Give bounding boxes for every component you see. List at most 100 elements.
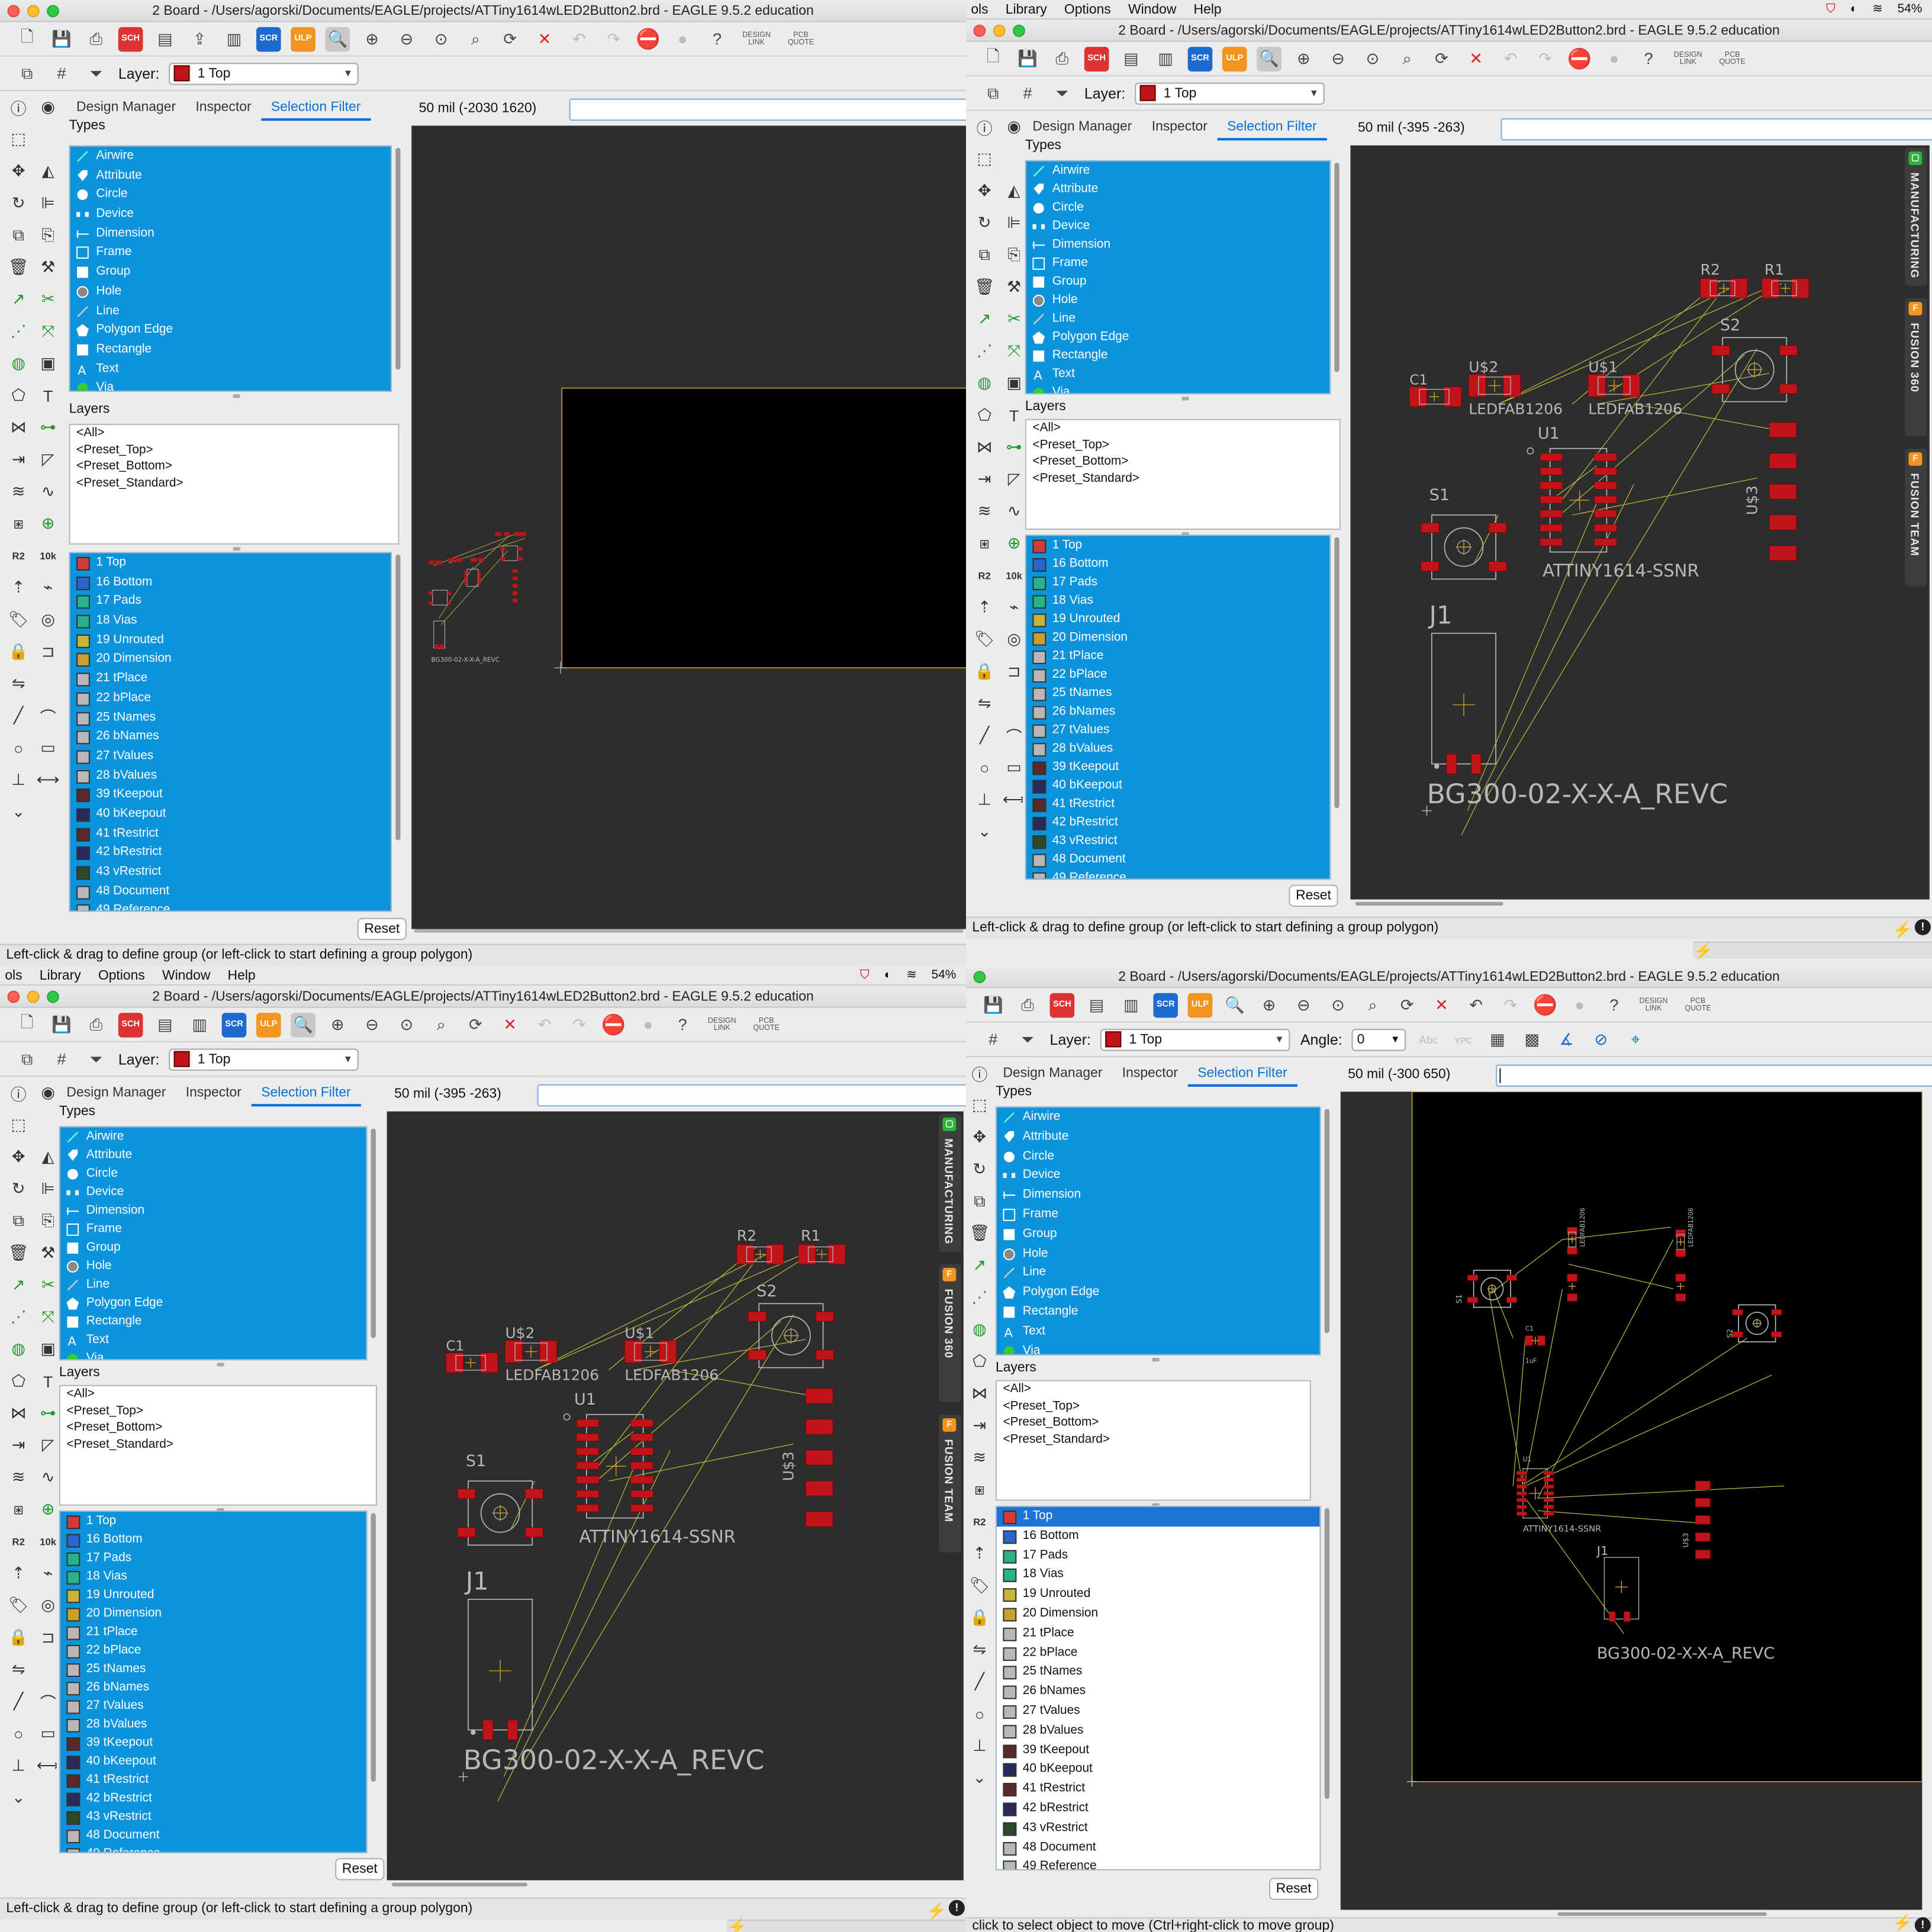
layer-item[interactable]: 27 tValues xyxy=(1026,721,1329,739)
layer-item[interactable]: 22 bPlace xyxy=(997,1643,1319,1663)
layer-settings-icon[interactable]: ⧉ xyxy=(981,80,1006,105)
arc-tool-icon[interactable]: ⌒ xyxy=(37,705,59,727)
delete-icon[interactable]: 🗑 xyxy=(7,256,29,278)
layer-preset-item[interactable]: <Preset_Bottom> xyxy=(70,458,398,475)
layer-item[interactable]: 48 Document xyxy=(70,882,391,901)
pcb-quote-button[interactable]: PCB QUOTE xyxy=(1715,51,1750,66)
new-file-icon[interactable]: 🗋 xyxy=(15,27,40,51)
wrench-icon[interactable]: ⚒ xyxy=(1003,276,1025,298)
type-item[interactable]: Group xyxy=(997,1225,1319,1244)
meander-icon[interactable]: ≋ xyxy=(7,481,29,503)
help-icon[interactable]: ? xyxy=(1636,46,1661,71)
redo-icon[interactable]: ↷ xyxy=(1498,993,1523,1017)
design-link-button[interactable]: DESIGN LINK xyxy=(739,31,774,46)
menu-window[interactable]: Window xyxy=(1128,2,1176,17)
layer-item[interactable]: 28 bValues xyxy=(997,1721,1319,1741)
layer-item[interactable]: 27 tValues xyxy=(997,1702,1319,1721)
zoom-fit-icon[interactable]: ⊙ xyxy=(1360,46,1385,71)
text-tool-icon[interactable]: T xyxy=(1003,404,1025,426)
script-button[interactable]: SCR xyxy=(1187,46,1213,71)
layer-item[interactable]: 27 tValues xyxy=(60,1696,366,1715)
fusion-360-tab[interactable]: F FUSION 360 xyxy=(1905,298,1927,436)
layer-item[interactable]: 40 bKeepout xyxy=(70,804,391,824)
layer-item[interactable]: 18 Vias xyxy=(1026,591,1329,610)
layer-item[interactable]: 22 bPlace xyxy=(70,688,391,708)
junction-icon[interactable]: ⋈ xyxy=(968,1383,990,1405)
add-icon[interactable]: ⊕ xyxy=(37,513,59,534)
split-icon[interactable]: ⋰ xyxy=(7,1306,29,1328)
board-canvas[interactable]: R2 R1 S2 U$3 C1 U$2 LEDFAB1206 U$1 LEDFAB1206 U1 A… xyxy=(1350,145,1903,900)
layer-item[interactable]: 43 vRestrict xyxy=(997,1818,1319,1838)
layer-item[interactable]: 25 tNames xyxy=(1026,684,1329,702)
meander-icon[interactable]: ≋ xyxy=(968,1447,990,1469)
alert-icon[interactable]: ! xyxy=(1914,1917,1931,1932)
splitter-handle[interactable] xyxy=(233,547,240,551)
dimension-tool-icon[interactable]: ⊥ xyxy=(968,1735,990,1757)
smash-icon[interactable]: ⇡ xyxy=(973,596,995,618)
menu-options[interactable]: Options xyxy=(1064,2,1111,17)
board-canvas[interactable]: BG300-02-X-X-A_REVC xyxy=(411,125,966,929)
type-item[interactable]: Device xyxy=(70,205,391,224)
layer-item[interactable]: 17 Pads xyxy=(70,592,391,611)
layer-item[interactable]: 27 tValues xyxy=(70,746,391,766)
type-item[interactable]: Dimension xyxy=(70,224,391,243)
type-item[interactable]: Hole xyxy=(60,1257,366,1275)
design-link-button[interactable]: DESIGN LINK xyxy=(1636,997,1670,1012)
layer-preset-item[interactable]: <Preset_Top> xyxy=(997,1398,1310,1415)
move-icon[interactable]: ✥ xyxy=(7,160,29,182)
type-item[interactable]: Rectangle xyxy=(1026,346,1329,365)
filter-icon[interactable]: ⏷ xyxy=(84,61,109,86)
layer-preset-item[interactable]: <Preset_Top> xyxy=(1026,437,1339,453)
miter-icon[interactable]: ◸ xyxy=(37,1434,59,1456)
value-icon[interactable]: 10k xyxy=(1003,564,1025,586)
design-link-button[interactable]: DESIGN LINK xyxy=(1671,51,1705,66)
lock-tool-icon[interactable]: ◎ xyxy=(37,608,59,630)
minimize-window-button[interactable] xyxy=(993,24,1006,37)
layers-scrollbar[interactable] xyxy=(371,1513,376,1782)
value-icon[interactable]: 10k xyxy=(37,1530,59,1552)
redo-icon[interactable]: ↷ xyxy=(601,27,626,51)
select-area-icon[interactable]: ⬚ xyxy=(7,1114,29,1136)
type-item[interactable]: Device xyxy=(997,1166,1319,1186)
undo-icon[interactable]: ↶ xyxy=(532,1012,557,1037)
info-icon[interactable]: ⓘ xyxy=(7,1082,29,1104)
layer-item[interactable]: 1 Top xyxy=(997,1506,1320,1527)
arrange-icon[interactable]: ⇋ xyxy=(973,693,995,714)
measure-icon[interactable]: ⟷ xyxy=(37,1754,60,1776)
snap-grid-icon[interactable]: ▦ xyxy=(1485,1027,1510,1052)
ripup-icon[interactable]: ✂ xyxy=(1003,308,1025,330)
board-canvas[interactable]: R2 R1 S2 U$3 C1 U$2 LEDFAB1206 U$1 LEDFAB1206 U1 A… xyxy=(387,1111,937,1881)
grid-icon[interactable]: # xyxy=(1015,80,1040,105)
ratsnest-icon[interactable]: ✕ xyxy=(532,27,557,51)
layers-scrollbar[interactable] xyxy=(1324,1508,1330,1799)
ulp-button[interactable]: ULP xyxy=(256,1012,281,1037)
optimize-icon[interactable]: ⤧ xyxy=(1003,340,1025,362)
miter-icon[interactable]: ◸ xyxy=(37,449,59,471)
add-icon[interactable]: ⊕ xyxy=(1003,532,1025,554)
layer-item[interactable]: 49 Reference xyxy=(70,901,391,911)
layer-item[interactable]: 17 Pads xyxy=(997,1546,1319,1566)
via-tool-icon[interactable]: ◍ xyxy=(7,352,29,374)
zoom-select-icon[interactable]: 🔍 xyxy=(325,26,350,51)
layer-item[interactable]: 28 bValues xyxy=(70,766,391,785)
line-tool-icon[interactable]: ╱ xyxy=(973,724,995,746)
via-tool-icon[interactable]: ◍ xyxy=(968,1318,990,1340)
layer-item[interactable]: 28 bValues xyxy=(1026,739,1329,758)
type-item[interactable]: Via xyxy=(1026,383,1329,394)
print-icon[interactable]: ⎙ xyxy=(84,27,109,51)
command-input[interactable] xyxy=(1500,118,1932,141)
layer-item[interactable]: 20 Dimension xyxy=(60,1604,366,1622)
layer-item[interactable]: 1 Top xyxy=(1026,536,1329,554)
type-item[interactable]: Hole xyxy=(1026,291,1329,309)
zoom-area-icon[interactable]: ⌕ xyxy=(429,1012,453,1037)
layers-tool-icon[interactable]: ⧆ xyxy=(7,513,29,534)
tab-selection-filter[interactable]: Selection Filter xyxy=(261,94,371,121)
smash-icon[interactable]: ⇡ xyxy=(7,577,29,598)
zoom-select-icon[interactable]: 🔍 xyxy=(1222,993,1247,1017)
name-icon[interactable]: R2 xyxy=(973,564,995,586)
menu-window[interactable]: Window xyxy=(162,968,210,983)
layer-item[interactable]: 1 Top xyxy=(70,553,391,573)
types-scrollbar[interactable] xyxy=(395,147,401,370)
layer-item[interactable]: 20 Dimension xyxy=(1026,629,1329,647)
via-tool-icon[interactable]: ◍ xyxy=(973,372,995,394)
